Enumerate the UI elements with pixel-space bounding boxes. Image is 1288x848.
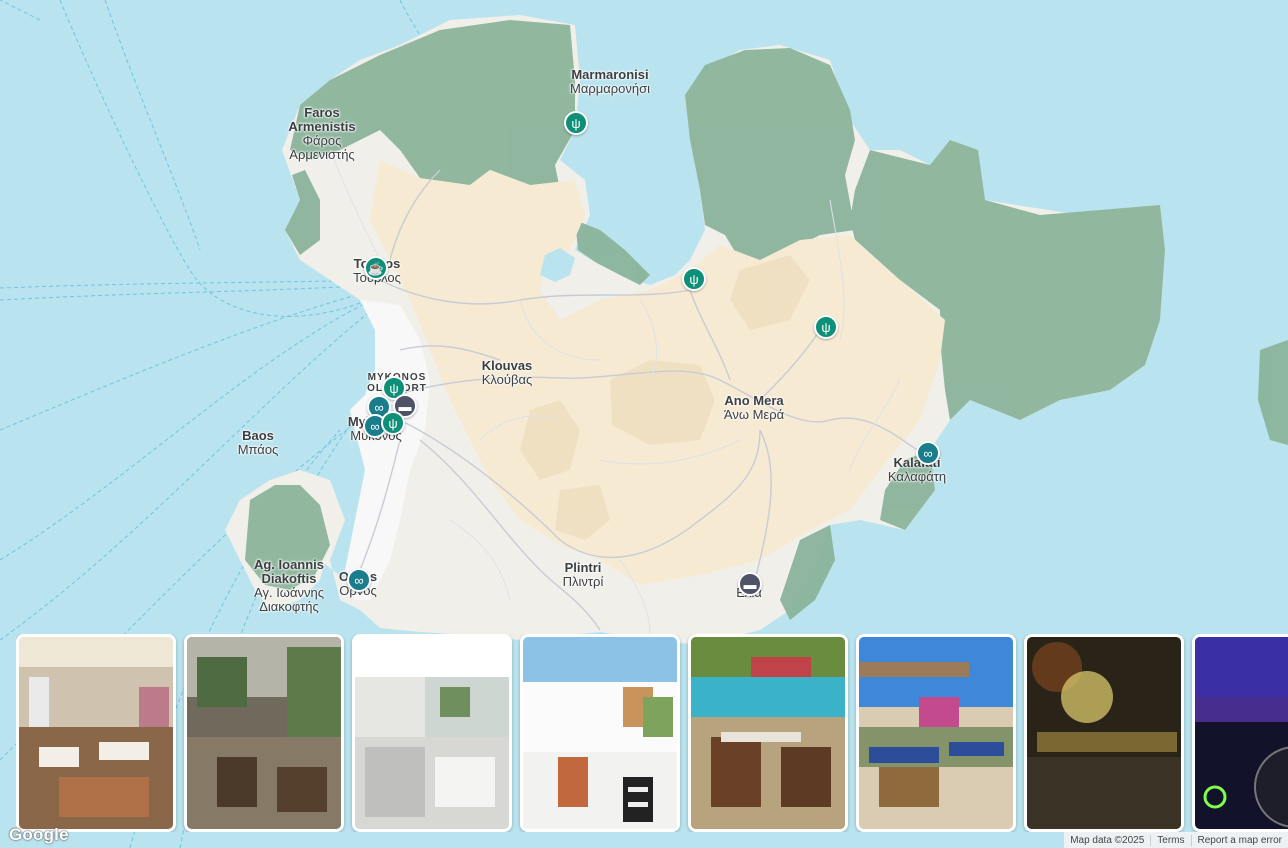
place-name: Faros Armenistis: [288, 105, 356, 134]
place-name: Plintri: [564, 560, 602, 575]
photo-card-white-terrace[interactable]: [352, 634, 512, 832]
photo-garden-courtyard: [187, 637, 341, 829]
map-data-attribution: Map data ©2025: [1070, 834, 1145, 846]
place-local-name: Φάρος Αρμενιστής: [289, 133, 355, 162]
place-local-name: Πλιντρί: [562, 574, 604, 589]
bed-icon: ▬: [398, 398, 412, 414]
place-label-plintri: Plintri Πλιντρί: [563, 561, 604, 589]
photo-cocktail-glass: [1027, 637, 1181, 829]
restaurant-pin[interactable]: ψ: [682, 267, 706, 291]
photo-carousel[interactable]: [16, 634, 1288, 832]
hotel-pin[interactable]: ▬: [738, 572, 762, 596]
restaurant-pin[interactable]: ψ: [564, 111, 588, 135]
fork-knife-icon: ψ: [389, 380, 399, 396]
place-local-name: Μαρμαρονήσι: [569, 81, 651, 96]
photo-restaurant-interior: [19, 637, 173, 829]
photo-white-terrace: [355, 637, 509, 829]
restaurant-pin[interactable]: ψ: [381, 411, 405, 435]
fork-knife-icon: ψ: [388, 415, 398, 431]
photo-card-dj-club[interactable]: [1192, 634, 1288, 832]
binoculars-icon: ∞: [354, 572, 364, 588]
place-label-baos: Baos Μπάος: [238, 429, 279, 457]
photo-cycladic-patio: [523, 637, 677, 829]
fork-knife-icon: ψ: [821, 319, 831, 335]
attraction-pin[interactable]: ∞: [347, 568, 371, 592]
fork-knife-icon: ψ: [689, 271, 699, 287]
restaurant-pin[interactable]: ψ: [814, 315, 838, 339]
place-label-ano-mera: Ano Mera Άνω Μερά: [724, 394, 784, 422]
photo-pergola-terrace: [859, 637, 1013, 829]
attraction-pin[interactable]: ∞: [916, 441, 940, 465]
place-name: Baos: [242, 428, 274, 443]
bed-icon: ▬: [743, 576, 757, 592]
photo-card-cycladic-patio[interactable]: [520, 634, 680, 832]
place-label-marmaronisi: Marmaronisi Μαρμαρονήσι: [570, 68, 650, 96]
terms-link[interactable]: Terms: [1150, 834, 1190, 846]
photo-card-cocktail-glass[interactable]: [1024, 634, 1184, 832]
place-name: Klouvas: [481, 358, 533, 373]
place-label-klouvas: Klouvas Κλούβας: [482, 359, 533, 387]
report-map-error-link[interactable]: Report a map error: [1190, 834, 1288, 846]
binoculars-icon: ∞: [374, 399, 384, 415]
place-local-name: Άνω Μερά: [723, 407, 785, 422]
place-name: Ano Mera: [724, 393, 784, 408]
map-footer: Map data ©2025 Terms Report a map error: [1064, 832, 1288, 848]
photo-card-restaurant-interior[interactable]: [16, 634, 176, 832]
place-label-faros-armenistis: Faros Armenistis Φάρος Αρμενιστής: [277, 106, 367, 162]
cafe-pin[interactable]: ☕: [364, 256, 388, 280]
place-local-name: Μπάος: [237, 442, 279, 457]
coffee-cup-icon: ☕: [367, 260, 385, 276]
place-name: Ag. Ioannis Diakoftis: [253, 557, 325, 586]
place-label-ag-ioannis: Ag. Ioannis Diakoftis Αγ. Ιωάννης Διακοφ…: [234, 558, 344, 614]
photo-card-seaside-taverna[interactable]: [688, 634, 848, 832]
binoculars-icon: ∞: [923, 445, 933, 461]
place-local-name: Καλαφάτη: [887, 469, 947, 484]
place-local-name: Αγ. Ιωάννης Διακοφτής: [254, 585, 324, 614]
google-logo: Google: [9, 825, 69, 844]
fork-knife-icon: ψ: [571, 115, 581, 131]
place-name: Marmaronisi: [571, 67, 649, 82]
photo-card-garden-courtyard[interactable]: [184, 634, 344, 832]
photo-dj-club: [1195, 637, 1288, 829]
place-local-name: Κλούβας: [481, 372, 533, 387]
photo-card-pergola-terrace[interactable]: [856, 634, 1016, 832]
binoculars-icon: ∞: [370, 418, 380, 434]
photo-seaside-taverna: [691, 637, 845, 829]
